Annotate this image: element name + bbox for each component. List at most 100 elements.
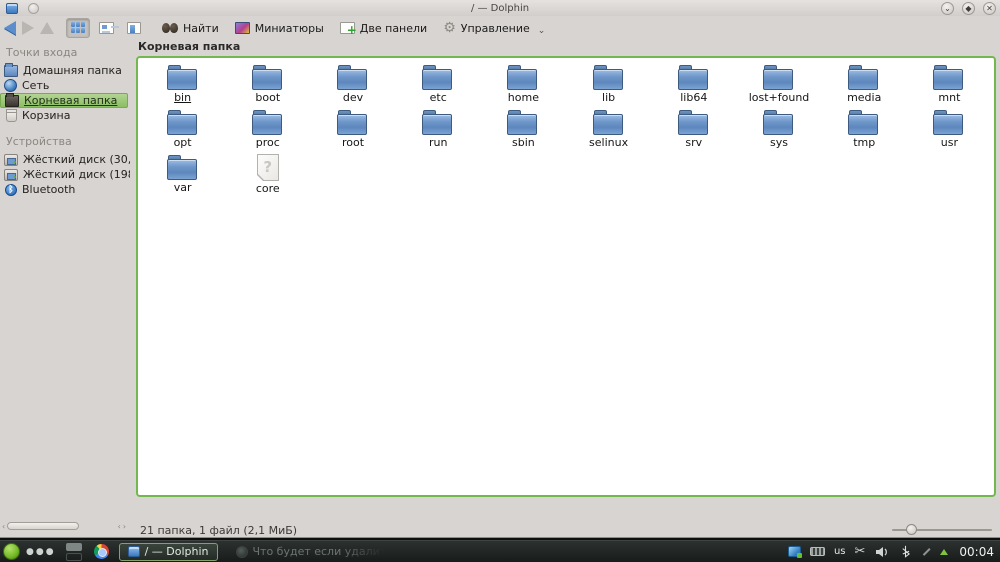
tray-expander-icon[interactable] [940,548,949,555]
bluetooth-tray-icon[interactable] [898,544,913,559]
file-item[interactable]: srv [651,109,736,154]
root-folder-icon [5,92,19,107]
file-item[interactable]: opt [140,109,225,154]
hard-disk-icon [4,153,18,166]
file-item[interactable]: proc [225,109,310,154]
folder-view[interactable]: bin boot dev etc home lib lib64 lost+fou… [136,56,996,497]
file-item[interactable]: selinux [566,109,651,154]
file-grid: bin boot dev etc home lib lib64 lost+fou… [138,58,994,199]
minimize-button[interactable]: ⌄ [941,2,954,15]
file-item[interactable]: media [822,64,907,109]
file-item[interactable]: tmp [822,109,907,154]
network-status-icon[interactable] [923,547,931,556]
close-button[interactable]: ✕ [983,2,996,15]
file-icon [762,109,795,135]
previews-icon [234,22,250,34]
sidebar-horizontal-scrollbar[interactable]: ‹ ‹ › [2,521,126,531]
file-item[interactable]: lib64 [651,64,736,109]
file-icon [933,109,965,135]
binoculars-icon [162,22,178,34]
task-dolphin[interactable]: / — Dolphin [118,542,218,561]
file-icon [166,64,199,90]
file-item[interactable]: root [310,109,395,154]
previews-button[interactable]: Миниатюры [234,21,324,35]
split-label: Две панели [359,21,428,35]
file-icon [848,64,880,90]
file-item[interactable]: mnt [907,64,992,109]
file-icon [166,154,199,180]
scrollbar-thumb[interactable] [7,522,80,530]
sidebar-item-disk1[interactable]: Жёсткий диск (30,0 Ги [0,152,130,167]
places-panel: Точки входа Домашняя папка Сеть Корневая… [0,40,130,537]
chrome-icon[interactable] [93,544,109,559]
sidebar-item-home[interactable]: Домашняя папка [0,62,130,78]
status-text: 21 папка, 1 файл (2,1 МиБ) [140,523,298,537]
keyboard-layout-indicator[interactable]: us [834,546,846,557]
file-item[interactable]: sbin [481,109,566,154]
breadcrumb[interactable]: Корневая папка [138,40,240,55]
bluetooth-icon: ᛒ [5,183,17,196]
desktop-pager[interactable] [65,542,82,561]
file-item[interactable]: home [481,64,566,109]
icons-view-icon [70,22,86,34]
file-icon [166,109,199,135]
system-tray: us ✂ 00:04 [787,544,998,559]
forward-button[interactable] [22,21,34,35]
file-item[interactable]: etc [396,64,481,109]
file-item[interactable]: var [140,154,225,199]
control-button[interactable]: ⚙ Управление ⌄ [443,20,545,36]
columns-view-icon [127,22,141,34]
file-icon [336,64,369,90]
file-item[interactable]: run [396,109,481,154]
up-button[interactable] [40,22,54,34]
launcher-dots-icon[interactable]: ●●● [26,547,56,557]
file-item[interactable]: dev [310,64,395,109]
file-item[interactable]: boot [225,64,310,109]
sidebar-item-root[interactable]: Корневая папка [0,92,128,108]
find-label: Найти [183,21,219,35]
task-browser[interactable]: Что будет если удалить па [228,543,388,561]
scroll-right-icon[interactable]: › [123,522,126,531]
titlebar[interactable]: / — Dolphin ⌄ ◆ ✕ [0,0,1000,16]
details-view-button[interactable] [94,18,118,38]
trash-icon [6,108,17,122]
file-item[interactable]: bin [140,64,225,109]
file-item[interactable]: usr [907,109,992,154]
klipper-scissors-icon[interactable]: ✂ [855,545,866,558]
file-icon [592,64,625,90]
sidebar-item-network[interactable]: Сеть [0,78,130,93]
device-notifier-icon[interactable] [787,546,802,558]
keyboard-icon[interactable] [809,547,825,556]
pager-desktop-1[interactable] [65,542,82,551]
file-item[interactable]: lib [566,64,651,109]
file-icon [256,154,279,181]
clock[interactable]: 00:04 [959,545,994,559]
file-item[interactable]: lost+found [736,64,821,109]
sidebar-item-disk2[interactable]: Жёсткий диск (198,9 Г [0,167,130,182]
app-launcher-icon[interactable] [3,543,20,560]
dolphin-task-icon [127,546,140,557]
file-item[interactable]: core [225,154,310,199]
file-item[interactable]: sys [736,109,821,154]
previews-label: Миниатюры [254,21,324,35]
find-button[interactable]: Найти [162,22,219,35]
file-icon [848,109,880,135]
sidebar-item-bluetooth[interactable]: ᛒ Bluetooth [0,182,130,197]
split-button[interactable]: Две панели [339,21,428,37]
file-icon [762,64,795,90]
scroll-left2-icon[interactable]: ‹ [118,522,121,531]
icons-view-button[interactable] [66,18,90,38]
window-title: / — Dolphin [470,2,530,14]
sidebar-item-trash[interactable]: Корзина [0,108,130,123]
pager-desktop-2[interactable] [65,552,82,561]
back-button[interactable] [4,21,16,35]
scroll-left-icon[interactable]: ‹ [2,522,5,531]
file-icon [677,64,710,90]
volume-icon[interactable] [874,544,889,559]
columns-view-button[interactable] [122,18,146,38]
zoom-slider[interactable] [892,524,992,536]
file-icon [336,109,369,135]
zoom-slider-handle[interactable] [906,524,917,535]
file-icon [251,64,284,90]
maximize-button[interactable]: ◆ [962,2,975,15]
